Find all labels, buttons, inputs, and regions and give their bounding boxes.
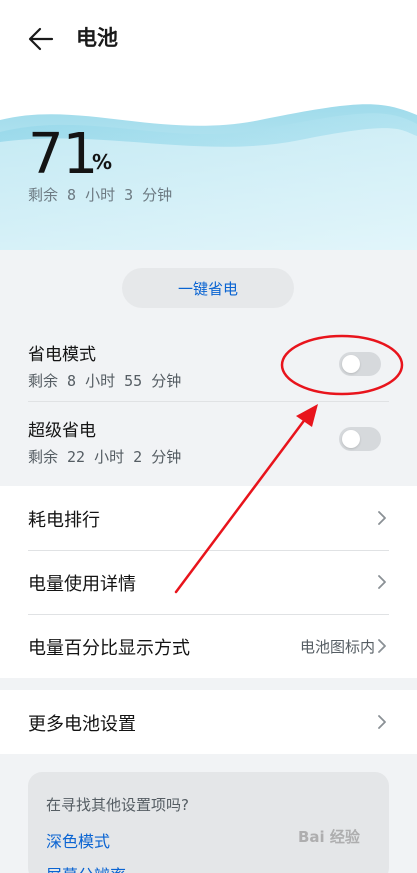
one-tap-saver-button[interactable]: 一键省电 [122,268,294,308]
super-saving-mode-remaining: 剩余 22 小时 2 分钟 [28,448,182,466]
list-item-percent-display[interactable]: 电量百分比显示方式 电池图标内 [0,614,417,678]
suggestion-link-dark-mode[interactable]: 深色模式 [46,828,110,852]
power-saving-mode-title: 省电模式 [28,345,96,365]
power-saving-mode-remaining: 剩余 8 小时 55 分钟 [28,372,182,390]
chevron-right-icon [378,575,386,589]
battery-percent: 71 [28,122,98,187]
chevron-right-icon [378,511,386,525]
suggestions-question: 在寻找其他设置项吗? [46,796,189,814]
super-saving-mode-title: 超级省电 [28,421,96,441]
back-arrow-icon[interactable] [28,26,54,52]
list-item-value: 电池图标内 [299,638,375,656]
battery-hero: 71 % 剩余 8 小时 3 分钟 [0,80,417,250]
chevron-right-icon [378,639,386,653]
list-item-label: 电量百分比显示方式 [28,638,190,659]
toggle-knob [342,430,360,448]
list-item-usage-details[interactable]: 电量使用详情 [0,550,417,614]
list-item-label: 更多电池设置 [28,714,136,735]
battery-settings-list: 耗电排行 电量使用详情 电量百分比显示方式 电池图标内 [0,486,417,678]
chevron-right-icon [378,715,386,729]
list-item-more-settings[interactable]: 更多电池设置 [0,690,417,754]
more-battery-settings-card: 更多电池设置 [0,690,417,754]
divider [28,401,389,402]
battery-percent-unit: % [92,150,113,174]
toggle-knob [342,355,360,373]
super-saving-mode-toggle[interactable] [339,427,381,451]
watermark: Bai 经验 [298,828,360,846]
top-bar: 电池 [0,0,417,80]
suggestion-link-resolution[interactable]: 屏幕分辨率 [46,862,126,873]
battery-remaining-time: 剩余 8 小时 3 分钟 [28,186,173,204]
suggestions-card: 在寻找其他设置项吗? 深色模式 屏幕分辨率 [28,772,389,873]
list-item-power-ranking[interactable]: 耗电排行 [0,486,417,550]
power-mode-section: 省电模式 剩余 8 小时 55 分钟 超级省电 剩余 22 小时 2 分钟 [0,328,417,476]
list-item-label: 耗电排行 [28,510,100,531]
page-title: 电池 [76,26,118,50]
list-item-label: 电量使用详情 [28,574,136,595]
power-saving-mode-toggle[interactable] [339,352,381,376]
